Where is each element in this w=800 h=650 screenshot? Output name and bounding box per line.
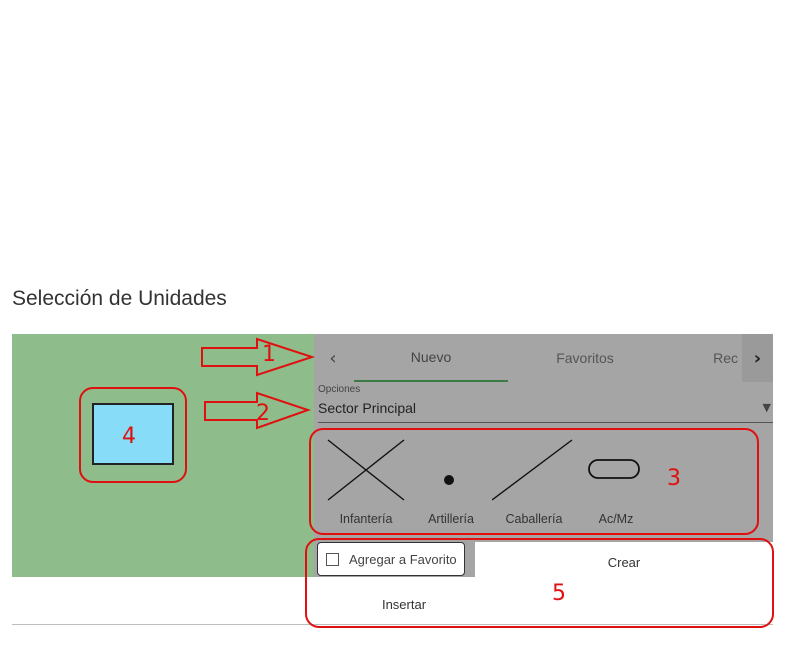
tab-recientes[interactable]: Rec [662,334,742,382]
dot-icon [444,475,454,485]
tab-bar: ‹ Nuevo Favoritos Rec › [314,334,773,382]
options-select[interactable]: Opciones Sector Principal ▼ [318,384,773,423]
diagonal-line-icon [492,439,573,501]
symbol-caballeria[interactable]: Caballería [492,430,576,526]
page-title: Selección de Unidades [12,287,227,310]
tab-nuevo[interactable]: Nuevo [354,334,508,382]
symbol-label: Caballería [505,512,563,526]
symbol-label: Infantería [339,512,393,526]
checkbox-icon[interactable] [326,553,339,566]
create-button[interactable]: Crear [475,542,773,582]
symbol-acmz[interactable]: Ac/Mz [580,430,652,526]
symbol-infanteria[interactable]: Infantería [324,430,408,526]
symbol-label: Artillería [428,512,474,526]
action-area: Agregar a Favorito Crear Insertar [314,540,773,624]
unit-preview-panel [12,334,314,577]
x-cross-icon [327,439,405,501]
oval-icon [588,459,640,479]
symbol-artilleria[interactable]: Artillería [418,430,484,526]
dropdown-arrow-icon: ▼ [762,401,771,414]
options-select-label: Opciones [318,384,361,395]
tab-scroll-right-icon[interactable]: › [742,334,773,382]
add-favorite-label: Agregar a Favorito [349,552,457,567]
options-select-value: Sector Principal [318,400,417,416]
tab-favoritos[interactable]: Favoritos [508,334,662,382]
symbol-label: Ac/Mz [598,512,634,526]
unit-selection-card: ‹ Nuevo Favoritos Rec › Opciones Sector … [12,334,773,625]
insert-button[interactable]: Insertar [314,584,494,624]
add-favorite-checkbox[interactable]: Agregar a Favorito [317,542,465,576]
unit-preview-symbol [92,403,174,465]
tab-scroll-left-icon[interactable]: ‹ [314,334,352,382]
